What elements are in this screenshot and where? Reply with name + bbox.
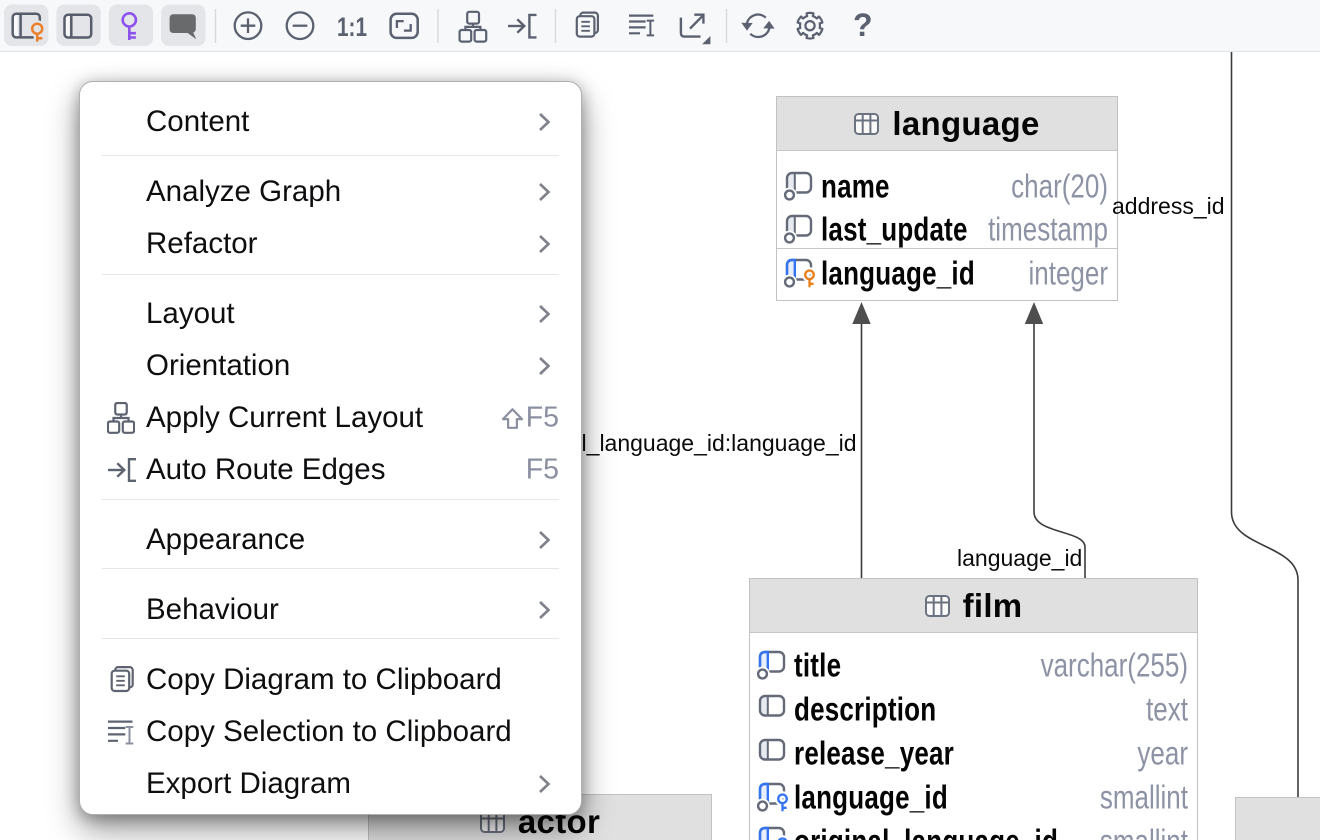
svg-text:?: ? [853, 7, 873, 43]
svg-text:1:1: 1:1 [337, 12, 367, 42]
